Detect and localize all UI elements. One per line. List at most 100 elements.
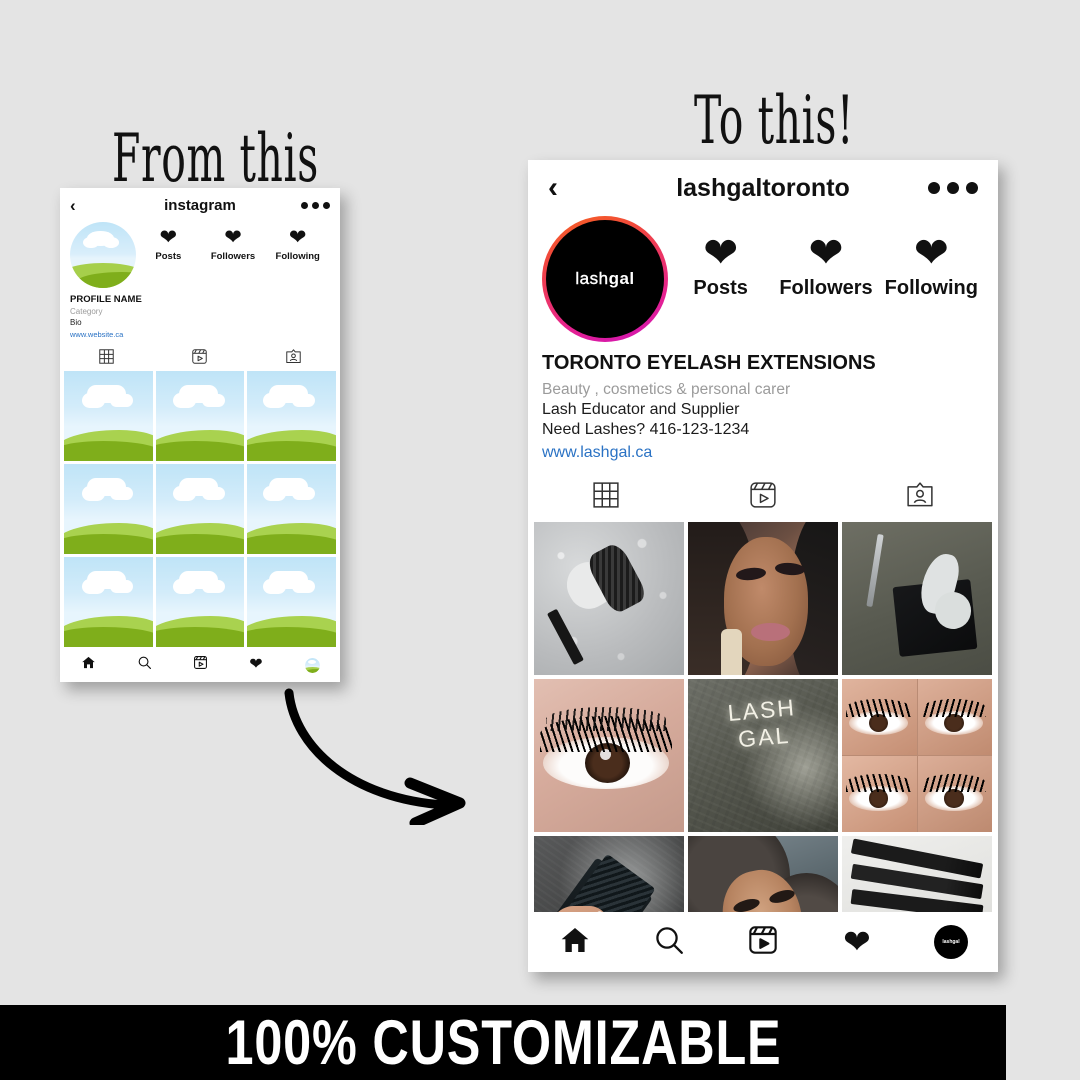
profile-bio-line: Need Lashes? 416-123-1234 <box>542 421 750 438</box>
after-top-bar: ‹ lashgaltoronto <box>528 160 998 216</box>
nav-search[interactable] <box>622 924 716 961</box>
nav-reels[interactable] <box>172 655 228 675</box>
nav-reels[interactable] <box>716 924 810 961</box>
grid-cell[interactable] <box>842 679 992 832</box>
customizable-banner: 100% CUSTOMIZABLE <box>0 1005 1006 1080</box>
grid-cell[interactable] <box>534 679 684 832</box>
nav-home[interactable] <box>528 924 622 961</box>
post-image: LASH GAL <box>688 679 838 832</box>
grid-cell[interactable]: LASH GAL <box>688 679 838 832</box>
stat-followers[interactable]: ❤ Followers <box>201 226 266 262</box>
avatar-story-ring: lashgal <box>542 216 668 342</box>
grid-icon <box>591 480 621 510</box>
back-icon[interactable]: ‹ <box>548 173 558 203</box>
profile-bio-line: Bio <box>70 318 82 327</box>
more-options-icon[interactable] <box>301 201 330 209</box>
stat-label: Followers <box>779 276 873 299</box>
curved-arrow <box>284 688 466 825</box>
reels-icon <box>193 655 208 675</box>
stat-following[interactable]: ❤ Following <box>265 226 330 262</box>
after-post-grid: LASH GAL <box>528 522 998 972</box>
brand-logo-mini: lashgal <box>942 939 960 945</box>
profile-display-name: PROFILE NAME <box>70 294 142 305</box>
tab-tagged[interactable] <box>841 480 998 510</box>
avatar[interactable] <box>70 222 136 288</box>
before-post-grid <box>60 371 340 647</box>
from-this-heading: From this <box>112 120 319 197</box>
grid-cell[interactable] <box>155 557 245 647</box>
grid-cell[interactable] <box>247 371 336 461</box>
stat-posts[interactable]: ❤ Posts <box>136 226 201 262</box>
avatar[interactable]: lashgal <box>542 216 668 342</box>
grid-cell[interactable] <box>155 464 245 554</box>
grid-cell[interactable] <box>842 522 992 675</box>
tab-tagged[interactable] <box>247 348 340 365</box>
tab-grid[interactable] <box>60 348 153 365</box>
grid-cell[interactable] <box>688 522 838 675</box>
post-image <box>534 679 684 832</box>
profile-avatar-icon: lashgal <box>934 925 968 959</box>
heart-icon: ❤ <box>808 229 844 276</box>
tab-reels[interactable] <box>685 480 842 510</box>
profile-bio-line: Lash Educator and Supplier <box>542 401 740 418</box>
heart-icon: ❤ <box>249 655 263 673</box>
after-phone-mockup: ‹ lashgaltoronto lashgal ❤ Posts ❤ Follo… <box>528 160 998 972</box>
stat-label: Followers <box>210 250 256 262</box>
profile-category: Category <box>70 307 103 316</box>
after-tab-strip <box>528 462 998 522</box>
nav-search[interactable] <box>116 655 172 675</box>
tab-grid[interactable] <box>528 480 685 510</box>
search-icon <box>137 655 152 675</box>
brand-logo-text: lashgal <box>575 269 635 288</box>
before-bio-block: PROFILE NAME Category Bio www.website.ca <box>60 288 340 339</box>
nav-home[interactable] <box>60 655 116 675</box>
grid-cell[interactable] <box>64 371 153 461</box>
grid-cell[interactable] <box>64 557 153 647</box>
stat-posts[interactable]: ❤ Posts <box>668 232 773 300</box>
profile-avatar-icon <box>304 657 320 673</box>
before-stats-row: ❤ Posts ❤ Followers ❤ Following <box>136 222 330 262</box>
profile-website-link[interactable]: www.website.ca <box>70 330 330 339</box>
grid-cell[interactable] <box>247 557 336 647</box>
reels-icon <box>191 348 208 365</box>
grid-icon <box>98 348 115 365</box>
poster-canvas: From this To this! ‹ instagram ❤ Posts ❤… <box>0 0 1080 1080</box>
to-this-heading: To this! <box>694 82 855 159</box>
reels-icon <box>748 480 778 510</box>
post-image <box>842 679 992 832</box>
stat-followers[interactable]: ❤ Followers <box>773 229 878 300</box>
heart-icon: ❤ <box>159 226 178 249</box>
banner-text: 100% CUSTOMIZABLE <box>225 1007 781 1078</box>
post-image <box>688 522 838 675</box>
heart-icon: ❤ <box>843 922 871 960</box>
before-tab-strip <box>60 339 340 371</box>
nav-activity[interactable]: ❤ <box>228 655 284 673</box>
stat-following[interactable]: ❤ Following <box>879 229 984 300</box>
profile-display-name: TORONTO EYELASH EXTENSIONS <box>542 352 876 374</box>
heart-icon: ❤ <box>224 226 242 249</box>
nav-activity[interactable]: ❤ <box>810 922 904 960</box>
more-options-icon[interactable] <box>928 182 978 194</box>
avatar-image: lashgal <box>546 220 664 338</box>
home-icon <box>81 655 96 675</box>
back-icon[interactable]: ‹ <box>70 197 76 214</box>
grid-cell[interactable] <box>64 464 153 554</box>
search-icon <box>653 924 685 961</box>
grid-cell[interactable] <box>247 464 336 554</box>
stat-label: Following <box>884 276 978 299</box>
grid-cell[interactable] <box>534 522 684 675</box>
after-profile-row: lashgal ❤ Posts ❤ Followers ❤ Following <box>528 216 998 342</box>
nav-profile[interactable] <box>284 657 340 673</box>
tab-reels[interactable] <box>153 348 246 365</box>
profile-handle: instagram <box>164 196 236 214</box>
before-phone-mockup: ‹ instagram ❤ Posts ❤ Followers ❤ Follow… <box>60 188 340 682</box>
nav-profile[interactable]: lashgal <box>904 925 998 959</box>
profile-website-link[interactable]: www.lashgal.ca <box>542 444 984 462</box>
before-top-bar: ‹ instagram <box>60 188 340 222</box>
stat-label: Posts <box>693 276 748 299</box>
after-bottom-nav: ❤ lashgal <box>528 912 998 972</box>
heart-icon: ❤ <box>913 229 949 276</box>
heart-icon: ❤ <box>288 226 307 249</box>
grid-cell[interactable] <box>155 371 245 461</box>
post-image <box>842 522 992 675</box>
